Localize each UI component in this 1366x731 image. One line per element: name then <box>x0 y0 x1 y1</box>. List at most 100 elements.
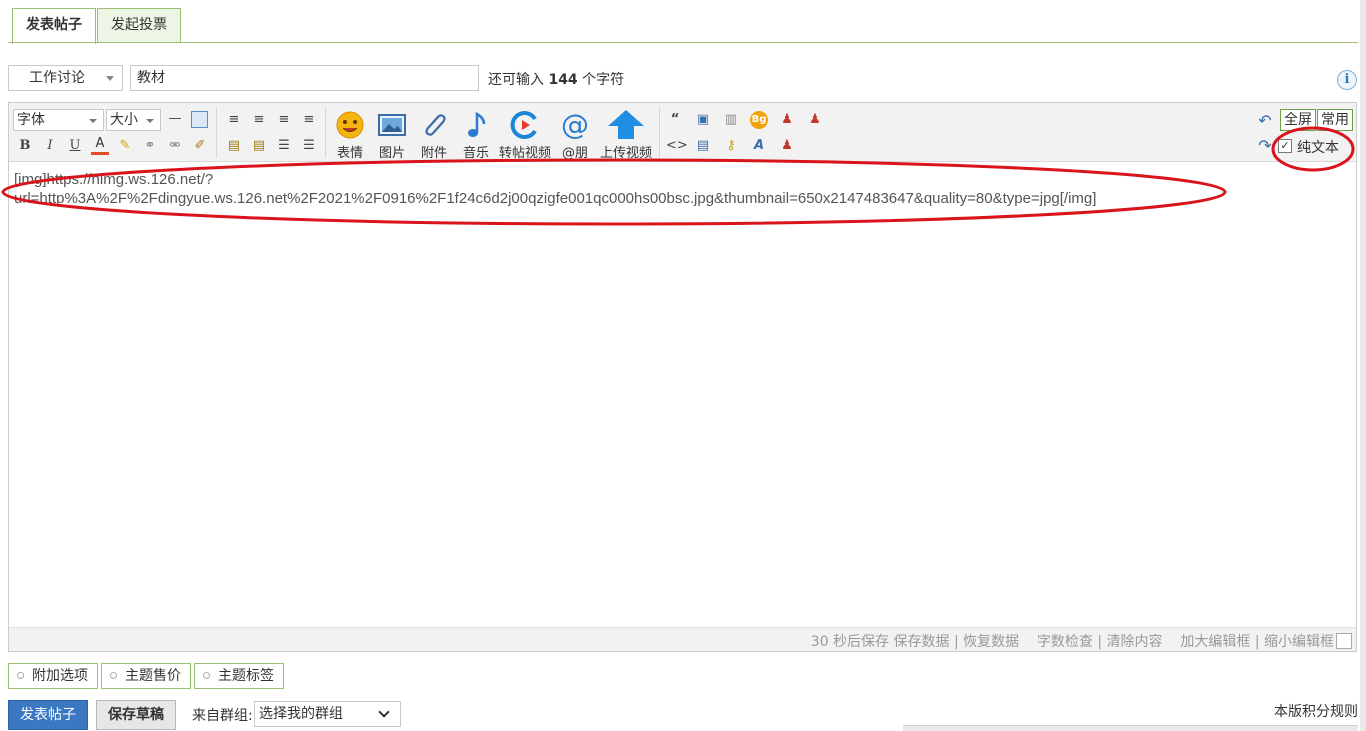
quote-icon[interactable]: “ <box>666 111 684 129</box>
align-center-icon[interactable]: ≡ <box>250 111 268 129</box>
image-icon <box>378 114 406 136</box>
toolbar-separator <box>216 108 217 158</box>
unordered-list-icon[interactable]: ☰ <box>300 137 318 155</box>
fullscreen-button[interactable]: 全屏 <box>1280 109 1316 131</box>
char-count: 还可输入 144 个字符 <box>488 69 624 89</box>
music-note-icon <box>468 111 486 137</box>
chevron-down-icon <box>378 706 390 718</box>
group-select[interactable]: 选择我的群组 <box>254 701 401 727</box>
plain-text-label: 纯文本 <box>1297 140 1339 156</box>
toolbar-separator <box>659 108 660 158</box>
thread-tags-label: 主题标签 <box>218 668 274 684</box>
text-color-icon[interactable]: A <box>91 136 109 155</box>
font-size-select[interactable]: 大小 <box>106 109 161 131</box>
mention-button[interactable]: @ @朋 <box>554 110 596 161</box>
columns-icon[interactable]: ▥ <box>722 111 740 129</box>
save-draft-button[interactable]: 保存草稿 <box>96 700 176 730</box>
upload-video-button[interactable]: 上传视频 <box>598 108 654 161</box>
autosave-countdown: 30 秒后保存 <box>810 634 890 650</box>
emoji-label: 表情 <box>336 146 363 161</box>
font-size-label: 大小 <box>110 112 138 128</box>
thread-type-select[interactable]: 工作讨论 <box>8 65 123 91</box>
svg-text:@: @ <box>561 110 589 140</box>
float-left-icon[interactable]: ▤ <box>225 137 243 155</box>
qq-contact-icon[interactable]: ♟ <box>778 137 796 155</box>
extra-options-label: 附加选项 <box>32 668 88 684</box>
caret-down-icon <box>146 119 154 123</box>
code-icon[interactable]: <> <box>666 137 688 155</box>
subject-input[interactable]: 教材 <box>130 65 479 91</box>
separator: | <box>1254 634 1260 650</box>
horizontal-rule-icon[interactable]: — <box>166 110 184 128</box>
bullet-icon <box>17 672 24 679</box>
char-count-number: 144 <box>548 72 578 88</box>
word-check-link[interactable]: 字数检查 <box>1037 634 1093 650</box>
upload-video-label: 上传视频 <box>599 146 652 161</box>
caret-down-icon <box>89 119 97 123</box>
music-label: 音乐 <box>462 146 489 161</box>
plain-text-checkbox[interactable]: ✓ <box>1278 139 1292 153</box>
bottom-panel-strip <box>903 725 1358 731</box>
clear-content-link[interactable]: 清除内容 <box>1107 634 1163 650</box>
italic-icon[interactable]: I <box>41 137 59 155</box>
qq-icon[interactable]: ♟ <box>778 111 796 129</box>
restore-data-link[interactable]: 恢复数据 <box>963 634 1019 650</box>
editor-statusbar: 30 秒后保存 保存数据 | 恢复数据 字数检查 | 清除内容 加大编辑框 | … <box>9 627 1356 651</box>
tab-post-thread[interactable]: 发表帖子 <box>12 8 96 44</box>
editor-content-line-2: url=http%3A%2F%2Fdingyue.ws.126.net%2F20… <box>14 190 1097 207</box>
editor-content[interactable]: [img]https://nimg.ws.126.net/? url=http%… <box>14 170 1344 208</box>
undo-icon[interactable]: ↶ <box>1256 112 1274 130</box>
enlarge-editor-link[interactable]: 加大编辑框 <box>1180 634 1250 650</box>
clear-format-icon[interactable]: ✐ <box>191 137 209 155</box>
free-content-icon[interactable]: ▤ <box>694 137 712 155</box>
bullet-icon <box>203 672 210 679</box>
save-data-link[interactable]: 保存数据 <box>894 634 950 650</box>
attachment-button[interactable]: 附件 <box>413 110 455 161</box>
caret-down-icon <box>106 76 114 81</box>
emoji-button[interactable]: 表情 <box>329 110 371 161</box>
code-block-icon[interactable]: ▣ <box>694 111 712 129</box>
mention-label: @朋 <box>561 146 588 161</box>
table-icon[interactable] <box>191 111 208 128</box>
smiley-icon <box>336 111 364 139</box>
align-right-icon[interactable]: ≡ <box>300 111 318 129</box>
image-button[interactable]: 图片 <box>371 110 413 161</box>
link-icon[interactable]: ⚭ <box>141 137 159 155</box>
info-icon[interactable]: i <box>1337 70 1357 90</box>
float-right-icon[interactable]: ▤ <box>250 137 268 155</box>
group-select-value: 选择我的群组 <box>259 706 343 722</box>
thread-price-button[interactable]: 主题售价 <box>101 663 191 689</box>
resize-handle-icon[interactable] <box>1336 633 1352 649</box>
toolbar-separator <box>325 108 326 158</box>
align-left-icon[interactable]: ≡ <box>225 111 243 129</box>
editor-content-line-1: [img]https://nimg.ws.126.net/? <box>14 171 214 188</box>
align-justify-icon[interactable]: ≡ <box>275 111 293 129</box>
paperclip-icon <box>425 114 446 136</box>
extra-options-button[interactable]: 附加选项 <box>8 663 98 689</box>
submit-post-button[interactable]: 发表帖子 <box>8 700 88 730</box>
tab-start-poll[interactable]: 发起投票 <box>97 8 181 43</box>
page-scrollbar[interactable] <box>1360 0 1366 731</box>
font-family-select[interactable]: 字体 <box>13 109 104 131</box>
ordered-list-icon[interactable]: ☰ <box>275 137 293 155</box>
unlink-icon[interactable]: ⚮ <box>166 137 184 155</box>
background-icon[interactable]: Bg <box>750 111 768 129</box>
bold-icon[interactable]: B <box>16 137 34 155</box>
font-style-icon[interactable]: A <box>750 137 768 155</box>
underline-icon[interactable]: U <box>66 137 84 155</box>
attachment-label: 附件 <box>420 146 447 161</box>
redo-icon[interactable]: ↷ <box>1256 137 1274 155</box>
statusbar-actions: 30 秒后保存 保存数据 | 恢复数据 字数检查 | 清除内容 加大编辑框 | … <box>811 631 1334 651</box>
shrink-editor-link[interactable]: 缩小编辑框 <box>1264 634 1334 650</box>
board-credit-rules-link[interactable]: 本版积分规则 <box>1274 701 1358 721</box>
password-key-icon[interactable]: ⚷ <box>722 137 740 155</box>
common-button[interactable]: 常用 <box>1317 109 1353 131</box>
qq-show-icon[interactable]: ♟ <box>806 111 824 129</box>
repost-video-button[interactable]: 转帖视频 <box>496 110 554 161</box>
thread-tags-button[interactable]: 主题标签 <box>194 663 284 689</box>
highlight-icon[interactable]: ✎ <box>116 137 134 155</box>
repost-video-label: 转帖视频 <box>498 146 551 161</box>
image-label: 图片 <box>378 146 405 161</box>
music-button[interactable]: 音乐 <box>455 110 497 161</box>
font-family-label: 字体 <box>17 112 45 128</box>
